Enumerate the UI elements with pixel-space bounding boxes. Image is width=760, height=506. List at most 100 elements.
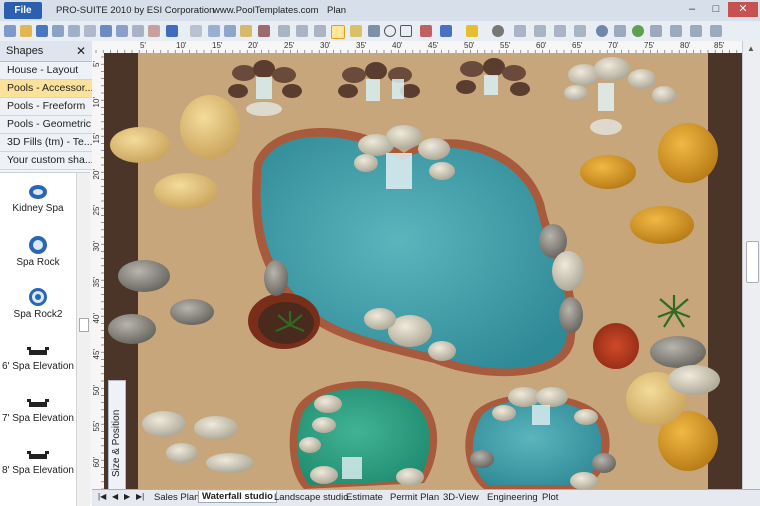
tool-icon[interactable]: [710, 25, 722, 37]
tool-icon[interactable]: [296, 25, 308, 37]
first-page-icon[interactable]: |◀: [98, 492, 106, 501]
view-name: Plan: [327, 5, 347, 16]
ruler-label: 50': [464, 41, 475, 50]
tool-icon[interactable]: [314, 25, 326, 37]
spa-elevation-icon: [27, 399, 49, 407]
stencil-7-spa-elevation[interactable]: 7' Spa Elevation: [0, 397, 76, 424]
shadow-icon[interactable]: [492, 25, 504, 37]
size-position-panel-tab[interactable]: Size & Position: [108, 380, 126, 490]
category-pools-geometric[interactable]: Pools - Geometric: [0, 116, 92, 134]
paste-icon[interactable]: [240, 25, 252, 37]
stone: [264, 260, 288, 296]
mulch-border-right: [708, 53, 742, 489]
zoom-icon[interactable]: [596, 25, 608, 37]
tool-icon[interactable]: [514, 25, 526, 37]
stencil-6-spa-elevation[interactable]: 6' Spa Elevation: [0, 345, 76, 372]
scroll-thumb[interactable]: [746, 241, 759, 283]
ruler-label: 35': [356, 41, 367, 50]
stencil-spa-rock[interactable]: Spa Rock: [0, 235, 76, 268]
category-house-layout[interactable]: House - Layout: [0, 62, 92, 80]
last-page-icon[interactable]: ▶|: [136, 492, 144, 501]
ruler-label: 15': [92, 133, 101, 144]
save-icon[interactable]: [36, 25, 48, 37]
tab-plot[interactable]: Plot: [542, 492, 558, 503]
tab-estimate[interactable]: Estimate: [346, 492, 383, 503]
tab-landscape-studio[interactable]: Landscape studio: [274, 492, 348, 503]
cut-icon[interactable]: [208, 25, 220, 37]
vertical-scrollbar[interactable]: ▲: [742, 41, 760, 489]
rectangle-tool-icon[interactable]: [400, 25, 412, 37]
tab-permit-plan[interactable]: Permit Plan: [390, 492, 439, 503]
stencil-kidney-spa[interactable]: Kidney Spa: [0, 183, 76, 214]
shapes-panel-header: Shapes ✕: [0, 41, 92, 62]
tool-icon[interactable]: [690, 25, 702, 37]
open-icon[interactable]: [20, 25, 32, 37]
category-custom-shapes[interactable]: Your custom sha...: [0, 152, 92, 170]
maximize-button[interactable]: □: [704, 2, 728, 17]
category-pools-accessories[interactable]: Pools - Accessor...: [0, 80, 92, 98]
stencil-8-spa-elevation[interactable]: 8' Spa Elevation: [0, 449, 76, 476]
tool-icon[interactable]: [116, 25, 128, 37]
tool-icon[interactable]: [534, 25, 546, 37]
scroll-up-icon[interactable]: ▲: [747, 44, 755, 53]
copy-icon[interactable]: [224, 25, 236, 37]
new-icon[interactable]: [4, 25, 16, 37]
tab-sales-plan[interactable]: Sales Plan: [154, 492, 199, 503]
tab-engineering[interactable]: Engineering: [487, 492, 538, 503]
ruler-label: 5': [92, 61, 101, 67]
undo-icon[interactable]: [166, 25, 178, 37]
ruler-label: 75': [644, 41, 655, 50]
stencil-label: Kidney Spa: [12, 203, 64, 214]
minimize-button[interactable]: –: [680, 2, 704, 17]
plan-canvas[interactable]: [104, 53, 742, 489]
stone: [142, 411, 186, 437]
tool-icon[interactable]: [554, 25, 566, 37]
tool-icon[interactable]: [614, 25, 626, 37]
tab-3d-view[interactable]: 3D-View: [443, 492, 479, 503]
globe-icon[interactable]: [632, 25, 644, 37]
ruler-label: 55': [500, 41, 511, 50]
line-color-icon[interactable]: [440, 25, 452, 37]
email-icon[interactable]: [84, 25, 96, 37]
text-color-icon[interactable]: [420, 25, 432, 37]
tool-icon[interactable]: [670, 25, 682, 37]
tool-icon[interactable]: [148, 25, 160, 37]
stencil-spa-rock2[interactable]: Spa Rock2: [0, 287, 76, 320]
ruler-label: 50': [92, 385, 101, 396]
tool-icon[interactable]: [650, 25, 662, 37]
file-menu-button[interactable]: File: [4, 2, 42, 19]
ruler-label: 65': [572, 41, 583, 50]
tool-icon[interactable]: [100, 25, 112, 37]
tool-icon[interactable]: [278, 25, 290, 37]
line-tool-icon[interactable]: [368, 25, 380, 37]
title-bar: File PRO-SUITE 2010 by ESI Corporation w…: [0, 0, 760, 22]
tool-icon[interactable]: [132, 25, 144, 37]
delete-icon[interactable]: [258, 25, 270, 37]
close-icon[interactable]: ✕: [76, 41, 86, 61]
ruler-label: 70': [608, 41, 619, 50]
print-icon[interactable]: [52, 25, 64, 37]
ruler-label: 30': [320, 41, 331, 50]
ruler-label: 60': [536, 41, 547, 50]
category-pools-freeform[interactable]: Pools - Freeform: [0, 98, 92, 116]
ruler-label: 20': [248, 41, 259, 50]
redo-icon[interactable]: [190, 25, 202, 37]
kidney-spa-icon: [29, 185, 47, 199]
tab-waterfall-studio[interactable]: Waterfall studio: [198, 491, 277, 503]
prev-page-icon[interactable]: ◀: [112, 492, 118, 501]
close-button[interactable]: ✕: [728, 2, 758, 17]
ruler-label: 40': [392, 41, 403, 50]
pointer-tool-icon[interactable]: [331, 25, 345, 39]
stone: [536, 387, 568, 407]
preview-icon[interactable]: [68, 25, 80, 37]
stencil-scroll-thumb[interactable]: [79, 318, 89, 332]
next-page-icon[interactable]: ▶: [124, 492, 130, 501]
tool-icon[interactable]: [574, 25, 586, 37]
fill-color-icon[interactable]: [466, 25, 478, 37]
ellipse-tool-icon[interactable]: [384, 25, 396, 37]
ruler-label: 55': [92, 421, 101, 432]
stencil-scrollbar[interactable]: [76, 173, 90, 506]
pencil-tool-icon[interactable]: [350, 25, 362, 37]
category-3d-fills[interactable]: 3D Fills (tm) - Te...: [0, 134, 92, 152]
ruler-label: 10': [92, 97, 101, 108]
